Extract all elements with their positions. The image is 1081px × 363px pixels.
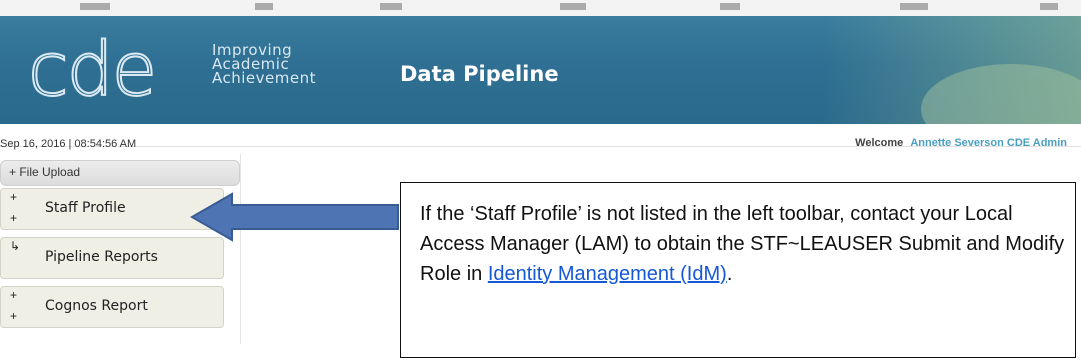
expand-icon: + xyxy=(10,288,18,302)
browser-toolbar-strip xyxy=(0,0,1081,17)
expand-icon: + xyxy=(10,309,18,323)
sidebar-item-label: Pipeline Reports xyxy=(45,249,158,265)
callout-text: If the ‘Staff Profile’ is not listed in … xyxy=(420,199,1070,289)
tagline-line: Achievement xyxy=(212,69,316,87)
expand-icon: + xyxy=(10,211,18,225)
callout-text-end: . xyxy=(726,263,733,285)
site-header-banner: cde Improving Academic Achievement Data … xyxy=(0,16,1081,124)
welcome-message: Welcome Annette Severson CDE Admin xyxy=(855,137,1067,149)
app-title: Data Pipeline xyxy=(400,62,559,86)
left-sidebar: + File Upload + + Staff Profile ↳ Pipeli… xyxy=(0,154,241,344)
expand-icon: + xyxy=(10,190,18,204)
sidebar-item-label: Staff Profile xyxy=(45,200,126,216)
user-name-link[interactable]: Annette Severson CDE Admin xyxy=(910,137,1067,149)
sidebar-item-label: Cognos Report xyxy=(45,298,148,314)
sidebar-item-pipeline-reports[interactable]: ↳ Pipeline Reports xyxy=(0,237,224,279)
expand-icon: ↳ xyxy=(10,239,21,253)
tagline: Improving Academic Achievement xyxy=(212,43,362,87)
welcome-label: Welcome xyxy=(855,137,904,149)
sidebar-item-cognos-report[interactable]: + + Cognos Report xyxy=(0,286,224,328)
file-upload-menu[interactable]: + File Upload xyxy=(0,160,240,186)
cde-logo[interactable]: cde xyxy=(27,22,158,118)
identity-management-link[interactable]: Identity Management (IdM) xyxy=(488,263,727,285)
left-arrow-icon xyxy=(190,192,399,242)
instruction-callout: If the ‘Staff Profile’ is not listed in … xyxy=(400,182,1076,358)
datetime-stamp: Sep 16, 2016 | 08:54:56 AM xyxy=(0,138,137,150)
file-upload-label: + File Upload xyxy=(9,165,81,179)
